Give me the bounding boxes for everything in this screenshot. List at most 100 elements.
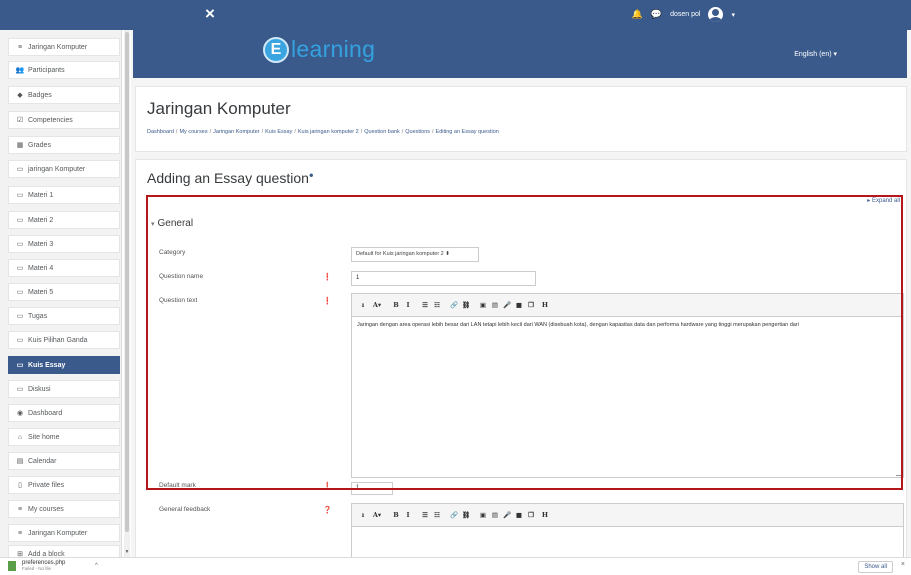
sidebar-item-participants[interactable]: 👥 Participants <box>8 61 120 79</box>
record-video-icon[interactable]: ■ <box>514 509 524 521</box>
breadcrumb-link[interactable]: Kuis jaringan komputer 2 <box>298 129 359 135</box>
bold-icon[interactable]: B <box>391 299 401 311</box>
sidebar-item-tugas[interactable]: ▭ Tugas <box>8 307 120 325</box>
numbered-list-icon[interactable]: ☷ <box>432 509 442 521</box>
sidebar-item-dashboard[interactable]: ◉ Dashboard <box>8 404 120 422</box>
general-feedback-editor[interactable]: ı A▾ B I ☰ ☷ 🔗 ⛓ ▣ ▤ 🎤 ■ ❐ H <box>351 503 904 557</box>
record-audio-icon[interactable]: 🎤 <box>502 509 512 521</box>
default-mark-input[interactable]: 1 <box>351 482 393 495</box>
sidebar-item-materi-4[interactable]: ▭ Materi 4 <box>8 259 120 277</box>
breadcrumb-link[interactable]: Editing an Essay question <box>436 129 499 135</box>
italic-icon[interactable]: I <box>403 299 413 311</box>
help-icon[interactable]: ● <box>309 170 314 179</box>
sidebar-item-icon: ◆ <box>17 92 23 99</box>
top-navbar: × 🔔 💬 dosen pol ▾ <box>0 0 911 30</box>
navbar-user-area: 🔔 💬 dosen pol ▾ <box>632 7 735 22</box>
sidebar-item-materi-5[interactable]: ▭ Materi 5 <box>8 283 120 301</box>
paragraph-style-icon[interactable]: ı <box>358 299 368 311</box>
sidebar-item-jaringan-komputer[interactable]: ≡ Jaringan Komputer <box>8 524 120 542</box>
scroll-down-arrow-icon[interactable]: ▼ <box>124 549 130 555</box>
italic-icon[interactable]: I <box>403 509 413 521</box>
font-color-icon[interactable]: A▾ <box>370 509 384 521</box>
sidebar-item-diskusi[interactable]: ▭ Diskusi <box>8 380 120 398</box>
sidebar-item-competencies[interactable]: ☑ Competencies <box>8 111 120 129</box>
resize-handle-icon[interactable] <box>896 470 902 476</box>
sidebar-item-materi-2[interactable]: ▭ Materi 2 <box>8 211 120 229</box>
breadcrumb-link[interactable]: Jaringan Komputer <box>213 129 259 135</box>
media-icon[interactable]: ▤ <box>490 299 500 311</box>
avatar-icon[interactable] <box>708 7 724 22</box>
sidebar-item-label: Tugas <box>28 312 48 320</box>
bell-icon[interactable]: 🔔 <box>632 9 643 20</box>
sidebar-item-jaringan-komputer[interactable]: ≡ Jaringan Komputer <box>8 38 120 56</box>
sidebar-item-add-a-block[interactable]: ⊞ Add a block <box>8 545 120 557</box>
sidebar-item-my-courses[interactable]: ≡ My courses <box>8 500 120 518</box>
download-options-caret-icon[interactable]: ^ <box>95 563 98 569</box>
sidebar-scrollbar[interactable]: ▼ <box>124 30 130 557</box>
sidebar-item-materi-3[interactable]: ▭ Materi 3 <box>8 235 120 253</box>
sidebar-item-kuis-pilihan-ganda[interactable]: ▭ Kuis Pilihan Ganda <box>8 331 120 349</box>
numbered-list-icon[interactable]: ☷ <box>432 299 442 311</box>
font-color-icon[interactable]: A▾ <box>370 299 384 311</box>
sidebar-item-icon: ▭ <box>16 241 24 248</box>
close-drawer-icon[interactable]: × <box>205 4 215 24</box>
image-icon[interactable]: ▣ <box>478 299 488 311</box>
bullet-list-icon[interactable]: ☰ <box>420 509 430 521</box>
breadcrumb-link[interactable]: Kuis Essay <box>265 129 292 135</box>
question-text-content[interactable]: Jaringan dengan area operasi lebih besar… <box>352 317 903 333</box>
breadcrumb-link[interactable]: Dashboard <box>147 129 174 135</box>
link-icon[interactable]: 🔗 <box>449 509 459 521</box>
general-feedback-label: General feedback <box>159 506 211 513</box>
bold-icon[interactable]: B <box>391 509 401 521</box>
sidebar-item-site-home[interactable]: ⌂ Site home <box>8 428 120 446</box>
sidebar-item-jaringan-komputer[interactable]: ▭ jaringan Komputer <box>8 160 120 178</box>
question-name-input[interactable]: 1 <box>351 271 536 286</box>
sidebar-item-kuis-essay[interactable]: ▭ Kuis Essay <box>8 356 120 374</box>
user-menu-caret-icon[interactable]: ▾ <box>731 11 735 19</box>
sidebar-item-icon: ☑ <box>16 117 24 124</box>
sidebar-item-badges[interactable]: ◆ Badges <box>8 86 120 104</box>
record-audio-icon[interactable]: 🎤 <box>502 299 512 311</box>
unlink-icon[interactable]: ⛓ <box>461 509 471 521</box>
media-icon[interactable]: ▤ <box>490 509 500 521</box>
manage-files-icon[interactable]: ❐ <box>526 509 536 521</box>
bullet-list-icon[interactable]: ☰ <box>420 299 430 311</box>
h5p-icon[interactable]: H <box>538 299 552 311</box>
user-name[interactable]: dosen pol <box>670 11 700 18</box>
manage-files-icon[interactable]: ❐ <box>526 299 536 311</box>
download-item[interactable]: preferences.php Failed - No file <box>8 560 65 571</box>
language-menu[interactable]: English (en) ▾ <box>794 50 837 58</box>
link-icon[interactable]: 🔗 <box>449 299 459 311</box>
collapse-chevron-icon[interactable]: ▾ <box>151 221 155 228</box>
sidebar-item-label: Materi 4 <box>28 264 54 272</box>
sidebar-scrollbar-thumb[interactable] <box>125 32 129 532</box>
breadcrumb-link[interactable]: My courses <box>179 129 207 135</box>
breadcrumb-link[interactable]: Question bank <box>364 129 399 135</box>
breadcrumb: Dashboard / My courses / Jaringan Komputer / K… <box>147 129 499 135</box>
sidebar-item-materi-1[interactable]: ▭ Materi 1 <box>8 186 120 204</box>
record-video-icon[interactable]: ■ <box>514 299 524 311</box>
expand-all-link[interactable]: ▸ Expand all <box>867 197 900 204</box>
sidebar-item-calendar[interactable]: ▤ Calendar <box>8 452 120 470</box>
breadcrumb-separator: / <box>360 129 363 135</box>
paragraph-style-icon[interactable]: ı <box>358 509 368 521</box>
category-select[interactable]: Default for Kuis jaringan komputer 2 ⬍ <box>351 247 479 262</box>
sidebar-item-label: Grades <box>28 141 51 149</box>
sidebar-item-private-files[interactable]: ▯ Private files <box>8 476 120 494</box>
close-download-bar-icon[interactable]: × <box>901 561 905 568</box>
sidebar-item-label: Jaringan Komputer <box>28 529 88 537</box>
download-bar: preferences.php Failed - No file ^ Show … <box>0 557 911 575</box>
chat-icon[interactable]: 💬 <box>651 9 662 20</box>
site-logo[interactable]: E learning <box>263 36 375 63</box>
question-text-label: Question text <box>159 297 198 304</box>
h5p-icon[interactable]: H <box>538 509 552 521</box>
section-general[interactable]: ▾ General <box>151 218 193 229</box>
show-all-button[interactable]: Show all <box>858 561 893 573</box>
sidebar-item-grades[interactable]: ▦ Grades <box>8 136 120 154</box>
breadcrumb-link[interactable]: Questions <box>405 129 430 135</box>
help-icon[interactable]: ❓ <box>323 506 332 514</box>
question-text-editor[interactable]: ı A▾ B I ☰ ☷ 🔗 ⛓ ▣ ▤ 🎤 ■ ❐ H Jaringan dengan area ope… <box>351 293 904 478</box>
image-icon[interactable]: ▣ <box>478 509 488 521</box>
sidebar-item-label: Materi 1 <box>28 191 54 199</box>
unlink-icon[interactable]: ⛓ <box>461 299 471 311</box>
